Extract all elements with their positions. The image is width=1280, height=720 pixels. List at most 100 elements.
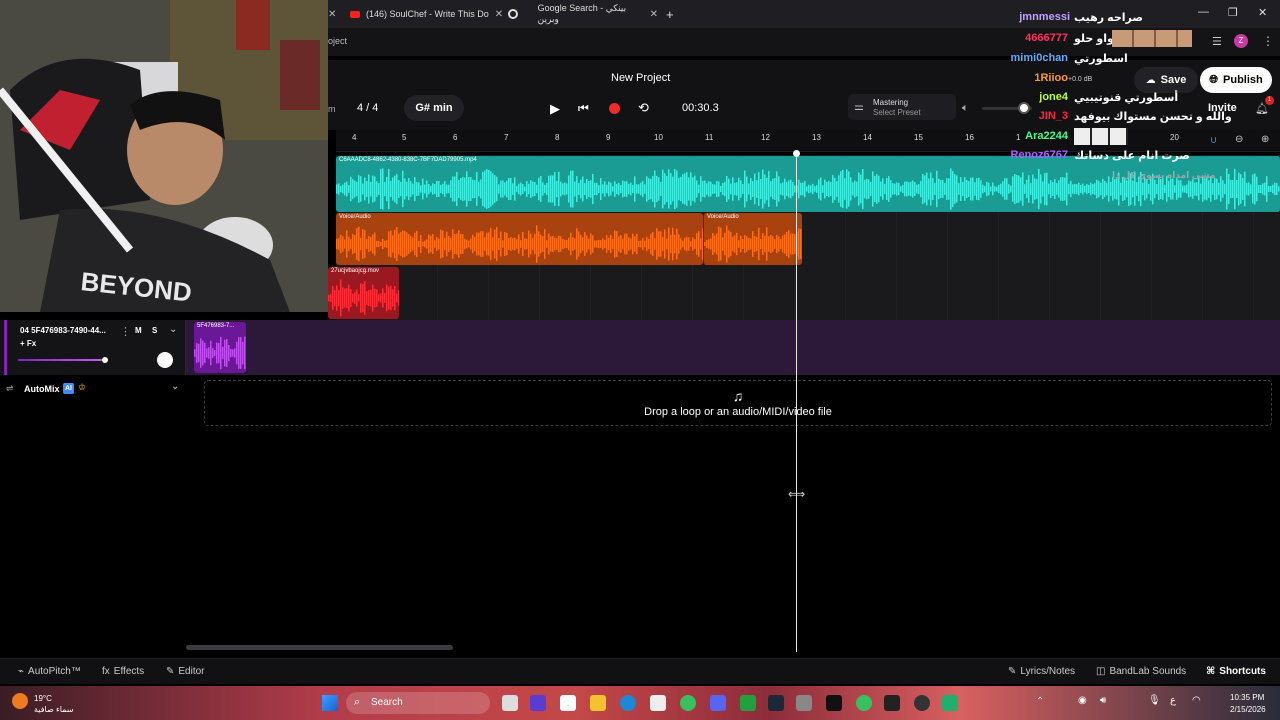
- minimize-icon[interactable]: —: [1198, 6, 1209, 18]
- waveform-bar: [706, 240, 708, 248]
- zoom-out-icon[interactable]: ⊖: [1235, 134, 1243, 145]
- discord-icon[interactable]: [710, 695, 726, 711]
- horizontal-scrollbar[interactable]: [186, 645, 453, 650]
- list-icon[interactable]: ☰: [1212, 35, 1222, 48]
- playhead[interactable]: [796, 152, 797, 652]
- app-icon[interactable]: [560, 695, 576, 711]
- effects-button[interactable]: fx Effects: [102, 666, 144, 677]
- lyrics-button[interactable]: ✎ Lyrics/Notes: [1008, 666, 1075, 677]
- close-icon[interactable]: ✕: [650, 9, 658, 20]
- volume-slider-knob[interactable]: [102, 357, 108, 363]
- lang-indicator[interactable]: ع: [1170, 695, 1176, 706]
- pan-knob[interactable]: [157, 352, 173, 368]
- weather-temp[interactable]: 19°C: [34, 694, 52, 703]
- autopitch-button[interactable]: ⌁ AutoPitch™: [18, 666, 81, 677]
- chevron-down-icon[interactable]: ⌄: [171, 381, 179, 392]
- mute-button[interactable]: M: [135, 326, 142, 335]
- audio-clip-teal[interactable]: C6AAADC8-4862-4380-838C-7BF7DAD79905.mp4: [336, 156, 1280, 212]
- task-view-icon[interactable]: [502, 695, 518, 711]
- loop-icon[interactable]: ⟲: [638, 100, 649, 116]
- speaker-icon[interactable]: 🔊︎: [1100, 695, 1106, 706]
- file-explorer-icon[interactable]: [590, 695, 606, 711]
- more-menu-icon[interactable]: ⋮: [1262, 34, 1274, 48]
- restore-icon[interactable]: ❐: [1228, 6, 1238, 19]
- solo-button[interactable]: S: [152, 326, 157, 335]
- play-icon[interactable]: ▶: [550, 101, 560, 117]
- edge-icon[interactable]: [620, 695, 636, 711]
- tab-close-partial[interactable]: ✕: [328, 4, 336, 24]
- record-icon[interactable]: [609, 103, 620, 114]
- app-icon-2[interactable]: [884, 695, 900, 711]
- profile-avatar[interactable]: Z: [1234, 34, 1248, 48]
- more-icon[interactable]: ⋮: [120, 325, 131, 338]
- close-icon[interactable]: ✕: [328, 9, 336, 20]
- steam-icon[interactable]: [768, 695, 784, 711]
- chrome-icon[interactable]: [680, 695, 696, 711]
- close-window-icon[interactable]: ✕: [1258, 6, 1267, 19]
- save-button[interactable]: ☁ Save: [1134, 67, 1198, 93]
- app-icon-3[interactable]: [942, 695, 958, 711]
- automix-row[interactable]: ⇌ AutoMix AI ♔ ⌄: [0, 378, 186, 402]
- wifi-icon[interactable]: ◠: [1192, 695, 1201, 706]
- waveform-bar: [994, 186, 996, 192]
- waveform-bar: [198, 343, 200, 363]
- clock-time[interactable]: 10:35 PM: [1230, 693, 1264, 702]
- obs-icon[interactable]: [826, 695, 842, 711]
- playhead-handle[interactable]: [793, 150, 800, 157]
- track-lane-2[interactable]: Voice/Audio Voice/Audio: [336, 213, 1280, 267]
- new-tab-button[interactable]: +: [666, 4, 674, 24]
- track-lane-1[interactable]: C6AAADC8-4862-4380-838C-7BF7DAD79905.mp4: [336, 155, 1280, 213]
- volume-knob[interactable]: [1018, 102, 1030, 114]
- zoom-in-icon[interactable]: ⊕: [1261, 134, 1269, 145]
- chrome-icon-2[interactable]: [856, 695, 872, 711]
- audio-clip-orange-2[interactable]: Voice/Audio: [703, 213, 802, 265]
- shortcuts-button[interactable]: ⌘ Shortcuts: [1206, 666, 1266, 677]
- editor-button[interactable]: ✎ Editor: [166, 666, 205, 677]
- bandlab-sounds-button[interactable]: ◫ BandLab Sounds: [1096, 666, 1186, 677]
- audio-clip-purple[interactable]: 5F476983-7...: [194, 322, 246, 373]
- track-volume-slider[interactable]: [18, 359, 106, 361]
- track-lane-4[interactable]: 5F476983-7...: [186, 320, 1280, 375]
- fx-button[interactable]: + Fx: [20, 339, 36, 348]
- mastering-button[interactable]: ⚌ Mastering Select Preset: [848, 94, 956, 120]
- waveform-bar: [530, 233, 532, 255]
- close-icon[interactable]: ✕: [495, 9, 503, 20]
- teams-icon[interactable]: [530, 695, 546, 711]
- time-signature[interactable]: 4 / 4: [357, 102, 378, 114]
- chevron-up-icon[interactable]: ⌃: [1036, 696, 1044, 707]
- store-icon[interactable]: [650, 695, 666, 711]
- drop-zone[interactable]: ♫ Drop a loop or an audio/MIDI/video fil…: [204, 380, 1272, 426]
- waveform-bar: [586, 235, 588, 253]
- waveform-bar: [240, 337, 242, 369]
- tab-soulchef[interactable]: (146) SoulChef - Write This Do ✕: [350, 4, 510, 24]
- address-fragment[interactable]: oject: [328, 36, 347, 46]
- project-title[interactable]: New Project: [611, 72, 670, 84]
- track-name[interactable]: 04 5F476983-7490-44...: [20, 326, 106, 335]
- video-clip-red[interactable]: 27ucjvbaojcg.mov: [328, 267, 399, 319]
- audio-clip-orange-1[interactable]: Voice/Audio: [336, 213, 703, 265]
- media-icon[interactable]: [914, 695, 930, 711]
- waveform-bar: [584, 183, 586, 195]
- clock-date[interactable]: 2/15/2026: [1230, 705, 1266, 714]
- track-lane-3[interactable]: 27ucjvbaojcg.mov: [328, 267, 1280, 320]
- tab-google[interactable]: Google Search - بينكي وبرين ✕: [508, 3, 658, 24]
- weather-icon[interactable]: [12, 693, 28, 709]
- waveform-bar: [564, 182, 566, 196]
- waveform-bar: [898, 182, 900, 196]
- settings-icon[interactable]: [796, 695, 812, 711]
- waveform-bar: [748, 238, 750, 250]
- mic-icon[interactable]: 🎙︎: [1148, 695, 1161, 706]
- chevron-down-icon[interactable]: ⌄: [169, 324, 177, 335]
- volume-icon[interactable]: 🔈︎: [962, 102, 969, 115]
- windows-start-icon[interactable]: [322, 695, 338, 711]
- xbox-icon[interactable]: [740, 695, 756, 711]
- key-selector[interactable]: G# min: [404, 95, 464, 121]
- waveform-bar: [1070, 180, 1072, 198]
- tray-icon[interactable]: ◉: [1078, 695, 1087, 706]
- taskbar-search[interactable]: ⌕ Search: [346, 692, 490, 714]
- waveform-bar: [400, 181, 402, 197]
- track-header-4[interactable]: 04 5F476983-7490-44... ⋮ M S ⌄ + Fx: [0, 320, 186, 375]
- magnet-icon[interactable]: ∪: [1210, 135, 1217, 146]
- rewind-icon[interactable]: ⏮: [578, 101, 589, 116]
- publish-button[interactable]: 🌐︎ Publish: [1200, 67, 1272, 93]
